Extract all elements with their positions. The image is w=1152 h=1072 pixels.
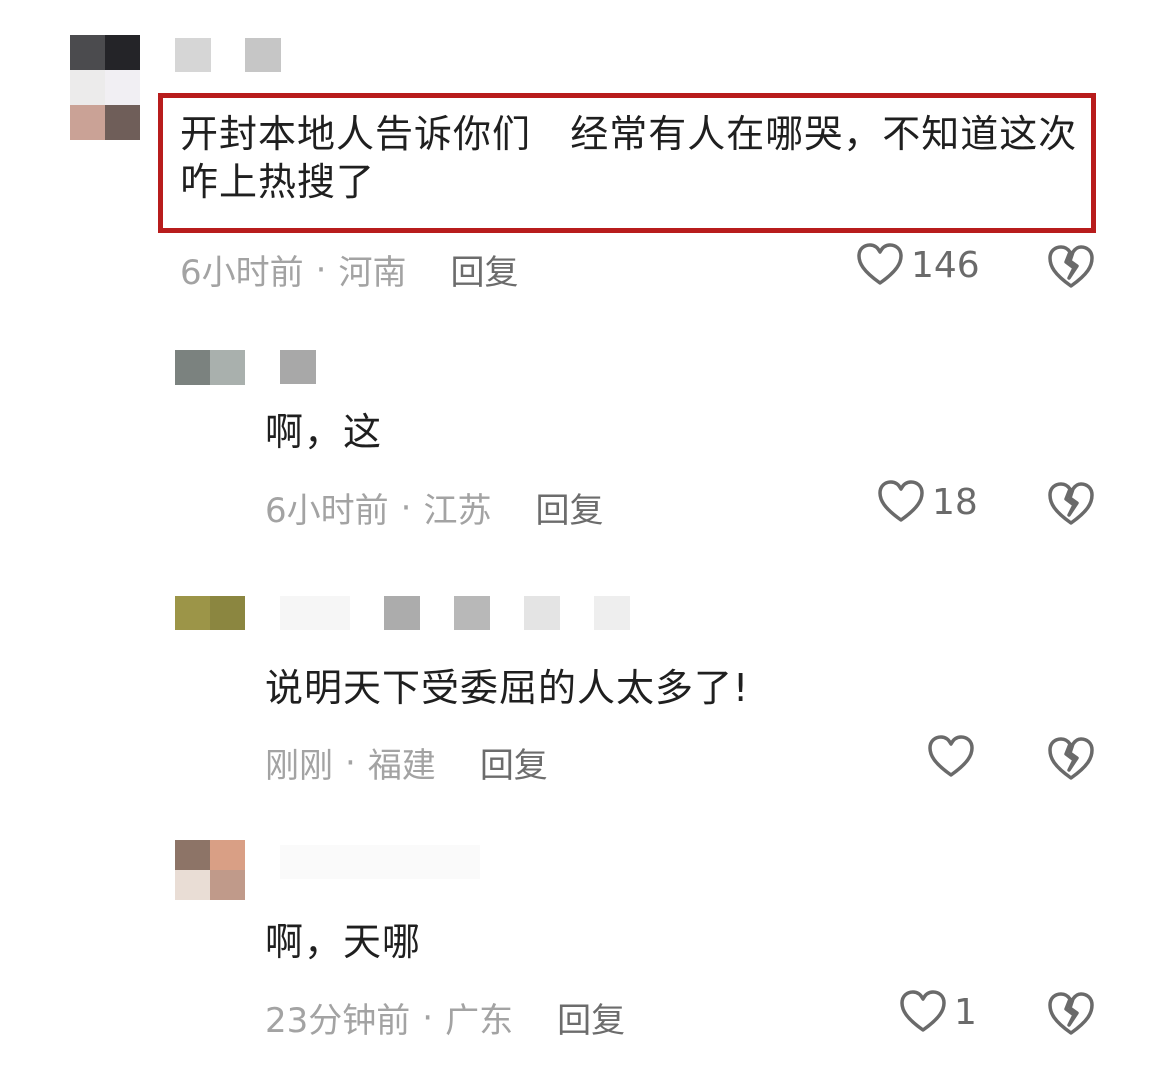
separator-dot: · <box>422 997 434 1038</box>
broken-heart-icon <box>1048 737 1094 780</box>
username[interactable] <box>280 350 350 384</box>
reply-button[interactable]: 回复 <box>535 483 603 532</box>
broken-heart-icon <box>1048 992 1094 1035</box>
comment-location: 福建 <box>367 746 436 786</box>
comment-text: 说明天下受委屈的人太多了! <box>265 666 750 710</box>
like-button[interactable]: 146 <box>857 243 980 287</box>
like-button[interactable] <box>928 735 982 779</box>
comment-text: 啊，这 <box>265 410 383 454</box>
like-count: 18 <box>932 481 978 523</box>
comment-location: 江苏 <box>423 491 492 531</box>
reply-button[interactable]: 回复 <box>450 245 518 294</box>
dislike-button[interactable] <box>1047 244 1095 290</box>
comment-location: 广东 <box>445 1001 514 1041</box>
heart-outline-icon <box>878 480 924 522</box>
like-count: 146 <box>911 244 980 286</box>
comment-location: 河南 <box>338 253 407 293</box>
heart-outline-icon <box>900 990 946 1032</box>
username[interactable] <box>280 845 514 879</box>
comment-meta: 6小时前 · 江苏 回复 <box>265 483 603 532</box>
like-count: 1 <box>954 991 977 1033</box>
broken-heart-icon <box>1048 482 1094 525</box>
like-button[interactable]: 1 <box>900 990 977 1034</box>
comment-text: 开封本地人告诉你们 经常有人在哪哭，不知道这次咋上热搜了 <box>180 112 1078 204</box>
reply-button[interactable]: 回复 <box>557 993 625 1042</box>
comment-meta: 23分钟前 · 广东 回复 <box>265 993 625 1042</box>
broken-heart-icon <box>1048 245 1094 288</box>
separator-dot: · <box>400 487 412 528</box>
comment-time: 23分钟前 <box>265 1001 411 1041</box>
heart-outline-icon <box>857 243 903 285</box>
dislike-button[interactable] <box>1047 481 1095 527</box>
avatar[interactable] <box>175 596 245 630</box>
comment-meta: 6小时前 · 河南 回复 <box>180 245 518 294</box>
dislike-button[interactable] <box>1047 991 1095 1037</box>
comment-text: 啊，天哪 <box>265 920 422 964</box>
separator-dot: · <box>315 249 327 290</box>
username[interactable] <box>280 596 664 630</box>
avatar[interactable] <box>175 840 245 900</box>
comment-time: 刚刚 <box>265 746 333 786</box>
reply-button[interactable]: 回复 <box>480 738 548 787</box>
comment-meta: 刚刚 · 福建 回复 <box>265 738 548 787</box>
username[interactable] <box>175 38 315 72</box>
like-button[interactable]: 18 <box>878 480 978 524</box>
avatar[interactable] <box>70 35 140 140</box>
comment-time: 6小时前 <box>265 491 389 531</box>
avatar[interactable] <box>175 350 245 385</box>
heart-outline-icon <box>928 735 974 777</box>
separator-dot: · <box>345 742 356 783</box>
comment-time: 6小时前 <box>180 253 304 293</box>
dislike-button[interactable] <box>1047 736 1095 782</box>
